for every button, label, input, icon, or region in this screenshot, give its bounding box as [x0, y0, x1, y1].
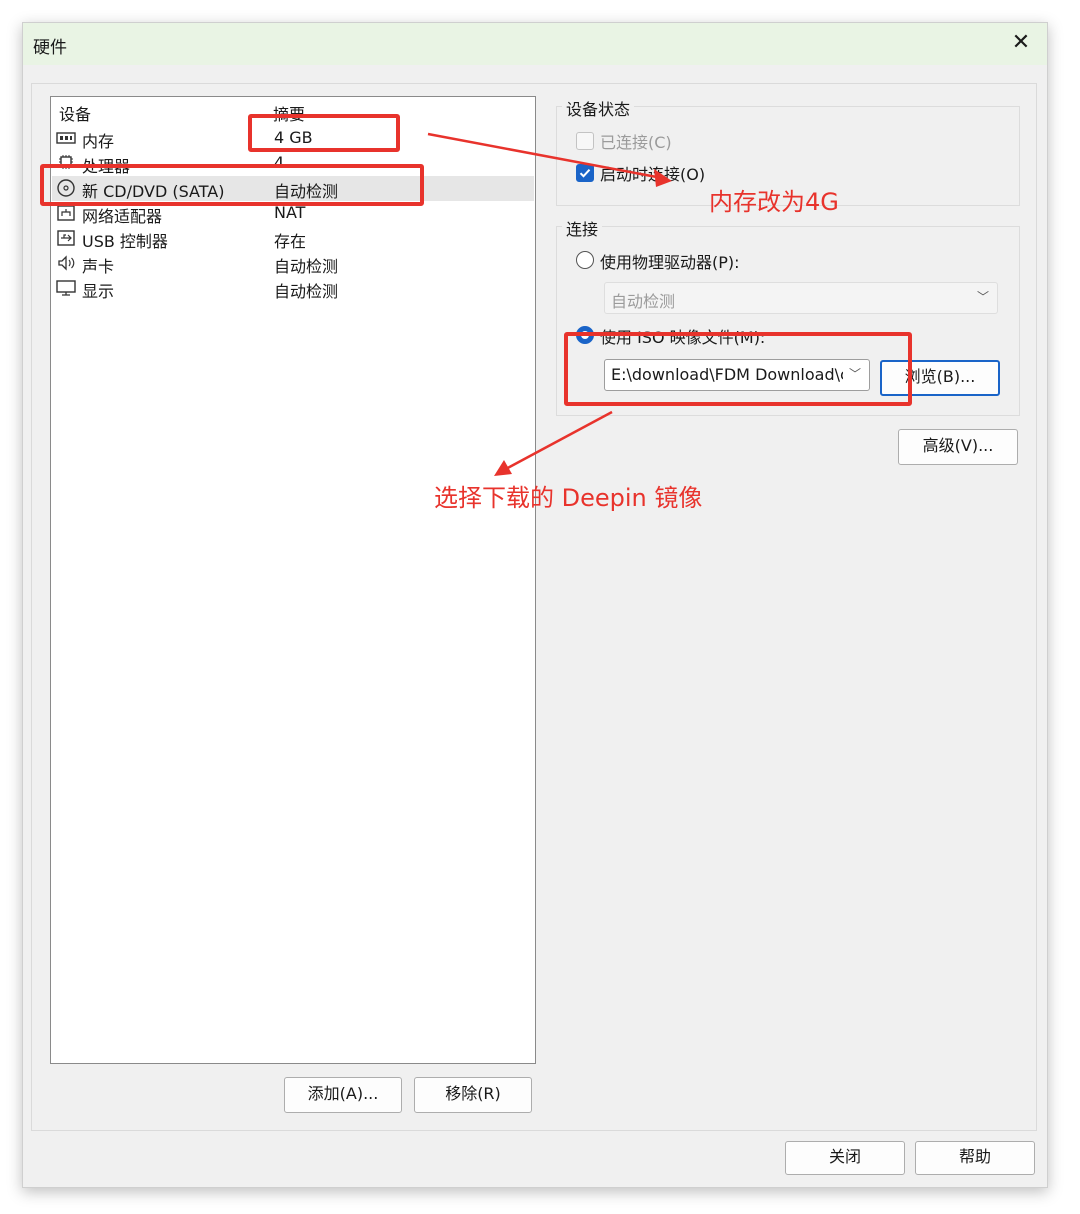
device-name: 声卡: [82, 257, 115, 276]
device-name: 内存: [82, 132, 115, 151]
close-icon[interactable]: ✕: [1005, 27, 1037, 59]
device-row-usb[interactable]: USB 控制器 存在: [52, 226, 534, 251]
display-icon: [56, 280, 76, 296]
titlebar: 硬件 ✕: [23, 23, 1047, 65]
close-button[interactable]: 关闭: [785, 1141, 905, 1175]
iso-highlight-box: [564, 332, 912, 406]
usb-icon: [57, 230, 75, 246]
memory-icon: [56, 132, 76, 144]
connect-at-power-on-label: 启动时连接(O): [600, 165, 706, 184]
connect-at-power-on-checkbox[interactable]: [576, 164, 594, 182]
device-summary: 自动检测: [274, 282, 339, 301]
cd-dvd-highlight-box: [40, 164, 424, 206]
network-adapter-icon: [57, 205, 75, 221]
physical-drive-select[interactable]: 自动检测 ﹀: [604, 282, 998, 314]
device-name: 网络适配器: [82, 207, 163, 226]
memory-annotation: 内存改为4G: [709, 188, 839, 216]
chevron-down-icon: ﹀: [976, 290, 989, 304]
device-summary: 存在: [274, 232, 307, 251]
device-row-display[interactable]: 显示 自动检测: [52, 276, 534, 301]
physical-drive-radio[interactable]: [576, 251, 594, 269]
add-device-button[interactable]: 添加(A)...: [284, 1077, 402, 1113]
physical-drive-value: 自动检测: [611, 292, 676, 311]
connected-checkbox[interactable]: [576, 132, 594, 150]
physical-drive-label: 使用物理驱动器(P):: [600, 253, 740, 272]
device-status-label: 设备状态: [562, 96, 635, 120]
device-name: 显示: [82, 282, 115, 301]
device-column-header: 设备: [59, 105, 92, 124]
device-summary: 自动检测: [274, 257, 339, 276]
device-name: USB 控制器: [82, 232, 168, 251]
memory-highlight-box: [248, 114, 400, 152]
connected-label: 已连接(C): [600, 133, 672, 152]
main-panel: 设备 摘要 内存 4 GB 处理器 4 新 CD/DVD (SATA) 自动检测…: [31, 83, 1037, 1131]
remove-device-button[interactable]: 移除(R): [414, 1077, 532, 1113]
connection-label: 连接: [562, 216, 603, 240]
iso-annotation: 选择下载的 Deepin 镜像: [434, 484, 703, 512]
dialog-title: 硬件: [33, 38, 67, 58]
advanced-button[interactable]: 高级(V)...: [898, 429, 1018, 465]
checkmark-icon: [579, 169, 591, 178]
help-button[interactable]: 帮助: [915, 1141, 1035, 1175]
device-row-sound[interactable]: 声卡 自动检测: [52, 251, 534, 276]
speaker-icon: [58, 255, 75, 271]
device-list[interactable]: 设备 摘要 内存 4 GB 处理器 4 新 CD/DVD (SATA) 自动检测…: [50, 96, 536, 1064]
